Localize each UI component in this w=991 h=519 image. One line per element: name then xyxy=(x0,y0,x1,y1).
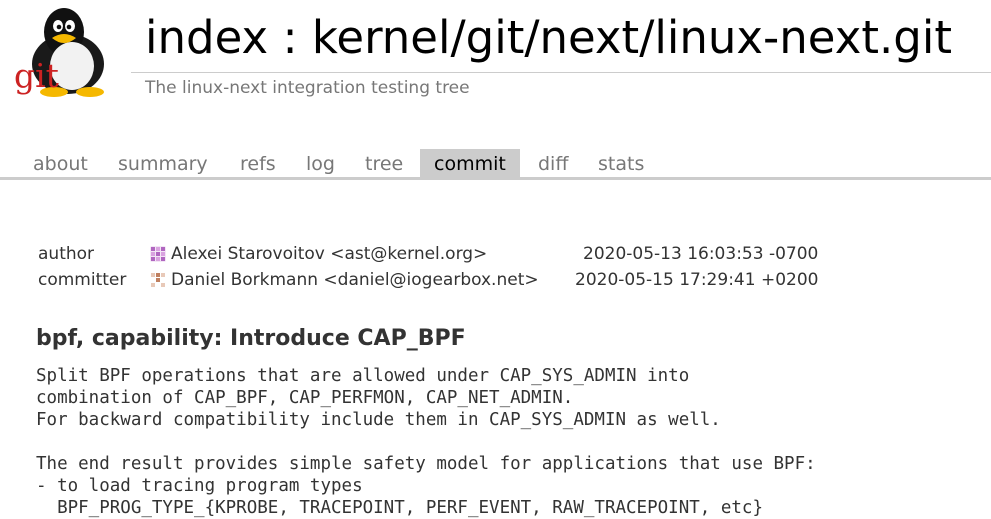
message-line: combination of CAP_BPF, CAP_PERFMON, CAP… xyxy=(36,388,574,408)
author-avatar-icon xyxy=(150,246,166,262)
page-title: index : kernel/git/next/linux-next.git xyxy=(145,8,952,68)
commit-subject: bpf, capability: Introduce CAP_BPF xyxy=(36,326,466,351)
tab-diff[interactable]: diff xyxy=(524,149,582,177)
repo-path-link[interactable]: kernel/git/next/linux-next.git xyxy=(312,11,952,64)
committer-avatar-icon xyxy=(150,272,166,288)
repo-description: The linux-next integration testing tree xyxy=(145,78,470,98)
message-line: For backward compatibility include them … xyxy=(36,410,721,430)
tabs-divider xyxy=(0,177,991,180)
tab-log[interactable]: log xyxy=(292,149,349,177)
commit-message: Split BPF operations that are allowed un… xyxy=(36,365,816,519)
tab-bar: about summary refs log tree commit diff … xyxy=(0,149,991,177)
title-separator: : xyxy=(282,11,298,64)
message-line: Split BPF operations that are allowed un… xyxy=(36,366,690,386)
author-name: Alexei Starovoitov <ast@kernel.org> xyxy=(171,244,488,264)
committer-date: 2020-05-15 17:29:41 +0200 xyxy=(575,270,819,290)
logo-git-text: git xyxy=(14,56,59,95)
message-line: The end result provides simple safety mo… xyxy=(36,454,816,474)
header-divider xyxy=(131,72,991,73)
index-link[interactable]: index xyxy=(145,11,268,64)
tab-commit[interactable]: commit xyxy=(420,149,520,177)
committer-name: Daniel Borkmann <daniel@iogearbox.net> xyxy=(171,270,539,290)
cgit-logo[interactable]: git xyxy=(12,6,116,98)
tab-refs[interactable]: refs xyxy=(226,149,290,177)
committer-label: committer xyxy=(38,270,127,290)
message-line: BPF_PROG_TYPE_{KPROBE, TRACEPOINT, PERF_… xyxy=(36,498,763,518)
tab-summary[interactable]: summary xyxy=(104,149,222,177)
message-line: - to load tracing program types xyxy=(36,476,363,496)
author-label: author xyxy=(38,244,95,264)
tab-stats[interactable]: stats xyxy=(584,149,658,177)
tab-about[interactable]: about xyxy=(19,149,102,177)
tab-tree[interactable]: tree xyxy=(351,149,417,177)
author-date: 2020-05-13 16:03:53 -0700 xyxy=(583,244,819,264)
